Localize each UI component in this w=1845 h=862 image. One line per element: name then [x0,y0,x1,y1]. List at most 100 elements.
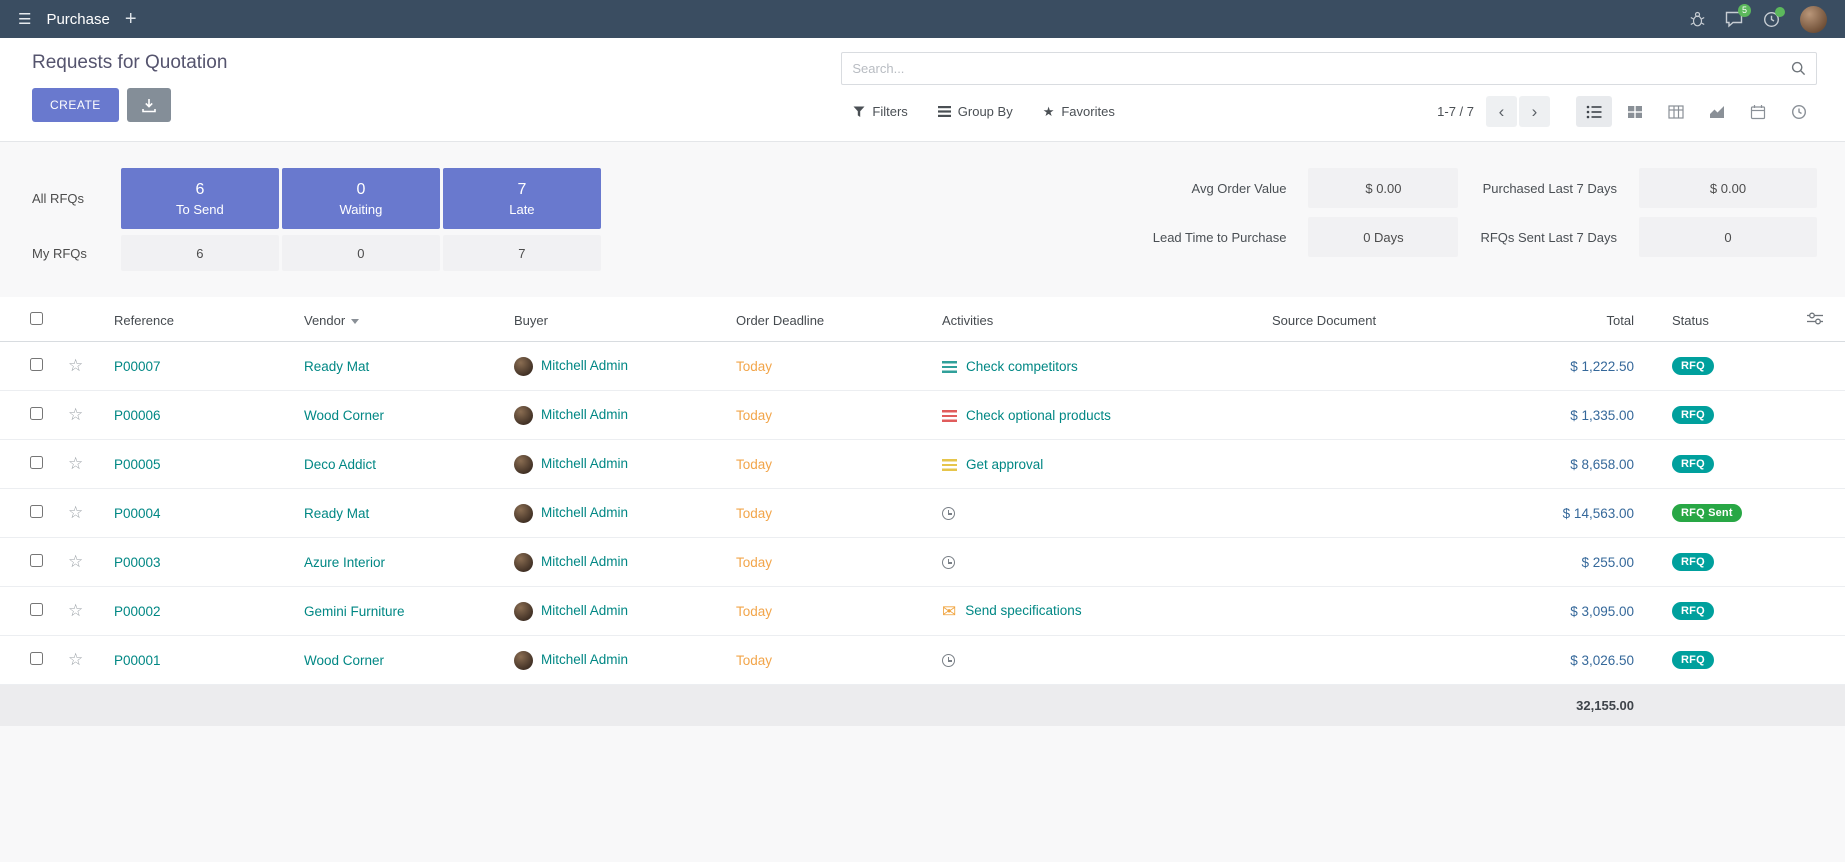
vendor-link[interactable]: Gemini Furniture [304,604,405,619]
row-checkbox[interactable] [30,358,43,371]
user-avatar[interactable] [1800,6,1827,33]
order-deadline-value: Today [736,408,772,423]
activity-icon[interactable] [942,556,955,569]
vendor-link[interactable]: Wood Corner [304,408,384,423]
table-row[interactable]: ☆ P00001 Wood Corner Mitchell Admin Toda… [0,636,1845,685]
vendor-link[interactable]: Ready Mat [304,506,369,521]
calendar-view-button[interactable] [1740,96,1776,127]
tile-late[interactable]: 7 Late [443,168,601,229]
create-button[interactable]: CREATE [32,88,119,122]
buyer-link[interactable]: Mitchell Admin [541,358,628,373]
row-checkbox[interactable] [30,554,43,567]
header-vendor-label: Vendor [304,313,345,328]
row-checkbox[interactable] [30,505,43,518]
header-vendor[interactable]: Vendor [296,297,506,342]
activity-label[interactable]: Check competitors [966,359,1078,374]
tile-to-send[interactable]: 6 To Send [121,168,279,229]
filters-button[interactable]: Filters [853,104,907,119]
vendor-link[interactable]: Azure Interior [304,555,385,570]
header-total[interactable]: Total [1514,297,1664,342]
kanban-view-icon [1627,104,1643,120]
favorites-button[interactable]: ★ Favorites [1043,104,1115,120]
table-row[interactable]: ☆ P00006 Wood Corner Mitchell Admin Toda… [0,391,1845,440]
favorite-star-icon[interactable]: ☆ [68,405,83,424]
tile-my-late[interactable]: 7 [443,235,601,271]
activities-clock-icon[interactable] [1763,11,1780,28]
table-row[interactable]: ☆ P00004 Ready Mat Mitchell Admin Today … [0,489,1845,538]
group-by-button[interactable]: Group By [938,104,1013,119]
reference-link[interactable]: P00001 [114,653,161,668]
vendor-link[interactable]: Deco Addict [304,457,376,472]
app-name[interactable]: Purchase [46,11,109,28]
list-view-button[interactable] [1576,96,1612,127]
header-buyer[interactable]: Buyer [506,297,728,342]
favorite-star-icon[interactable]: ☆ [68,552,83,571]
table-row[interactable]: ☆ P00002 Gemini Furniture Mitchell Admin… [0,587,1845,636]
buyer-avatar [514,406,533,425]
favorite-star-icon[interactable]: ☆ [68,356,83,375]
vendor-link[interactable]: Wood Corner [304,653,384,668]
pivot-view-button[interactable] [1658,96,1694,127]
table-row[interactable]: ☆ P00007 Ready Mat Mitchell Admin Today … [0,342,1845,391]
reference-link[interactable]: P00006 [114,408,161,423]
activity-label[interactable]: Get approval [966,457,1043,472]
debug-bug-icon[interactable] [1690,11,1705,27]
table-header-row: Reference Vendor Buyer Order Deadline Ac… [0,297,1845,342]
activity-label[interactable]: Check optional products [966,408,1111,423]
row-checkbox[interactable] [30,603,43,616]
buyer-link[interactable]: Mitchell Admin [541,407,628,422]
buyer-link[interactable]: Mitchell Admin [541,554,628,569]
reference-link[interactable]: P00005 [114,457,161,472]
apps-menu-icon[interactable]: ☰ [18,10,31,28]
header-optional-columns[interactable] [1784,297,1845,342]
header-source-document[interactable]: Source Document [1264,297,1514,342]
row-checkbox[interactable] [30,456,43,469]
activity-icon[interactable] [942,603,956,620]
tile-my-waiting[interactable]: 0 [282,235,440,271]
export-button[interactable] [127,88,171,122]
tile-my-to-send[interactable]: 6 [121,235,279,271]
graph-view-button[interactable] [1699,96,1735,127]
tile-waiting[interactable]: 0 Waiting [282,168,440,229]
row-checkbox[interactable] [30,407,43,420]
favorite-star-icon[interactable]: ☆ [68,454,83,473]
pager-next-button[interactable]: › [1519,96,1550,127]
reference-link[interactable]: P00007 [114,359,161,374]
reference-link[interactable]: P00002 [114,604,161,619]
table-row[interactable]: ☆ P00005 Deco Addict Mitchell Admin Toda… [0,440,1845,489]
messages-icon[interactable]: 5 [1725,11,1743,28]
buyer-link[interactable]: Mitchell Admin [541,456,628,471]
table-row[interactable]: ☆ P00003 Azure Interior Mitchell Admin T… [0,538,1845,587]
header-activities[interactable]: Activities [934,297,1264,342]
footer-total: 32,155.00 [1514,685,1664,727]
plus-icon[interactable]: + [125,9,137,29]
search-input[interactable] [842,53,1791,84]
activity-icon[interactable] [942,459,957,472]
reference-link[interactable]: P00004 [114,506,161,521]
activity-icon[interactable] [942,361,957,374]
activity-icon[interactable] [942,654,955,667]
activity-view-button[interactable] [1781,96,1817,127]
header-status[interactable]: Status [1664,297,1784,342]
vendor-link[interactable]: Ready Mat [304,359,369,374]
activity-label[interactable]: Send specifications [965,603,1081,618]
favorite-star-icon[interactable]: ☆ [68,503,83,522]
reference-link[interactable]: P00003 [114,555,161,570]
tile-late-label: Late [509,202,534,217]
select-all-checkbox[interactable] [30,312,43,325]
kanban-view-button[interactable] [1617,96,1653,127]
row-checkbox[interactable] [30,652,43,665]
control-panel: Requests for Quotation CREATE Filters [0,38,1845,142]
header-order-deadline[interactable]: Order Deadline [728,297,934,342]
buyer-link[interactable]: Mitchell Admin [541,603,628,618]
search-icon[interactable] [1791,61,1806,76]
header-reference[interactable]: Reference [106,297,296,342]
pager-previous-button[interactable]: ‹ [1486,96,1517,127]
buyer-link[interactable]: Mitchell Admin [541,505,628,520]
buyer-link[interactable]: Mitchell Admin [541,652,628,667]
activity-icon[interactable] [942,507,955,520]
favorite-star-icon[interactable]: ☆ [68,650,83,669]
activity-icon[interactable] [942,410,957,423]
favorite-star-icon[interactable]: ☆ [68,601,83,620]
dashboard-stats: Avg Order Value $ 0.00 Purchased Last 7 … [1153,168,1817,257]
